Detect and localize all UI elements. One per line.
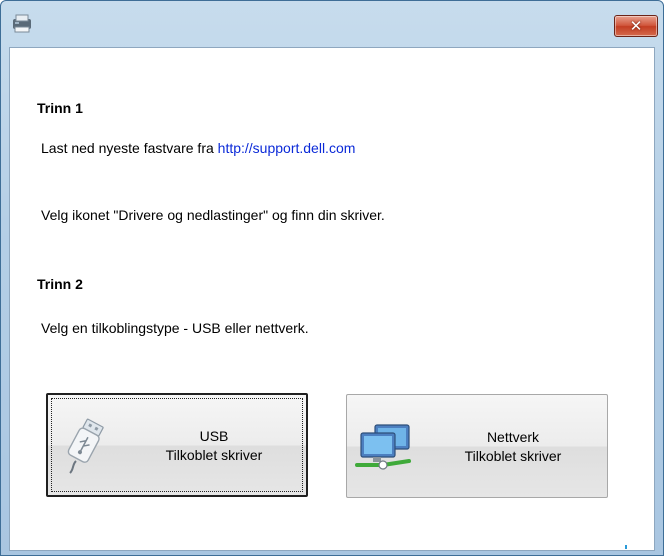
close-icon: ✕ bbox=[629, 16, 643, 35]
step1-heading: Trinn 1 bbox=[37, 100, 83, 116]
download-instruction: Last ned nyeste fastvare fra http://supp… bbox=[41, 140, 355, 156]
dialog-window: ✕ Trinn 1 Last ned nyeste fastvare fra h… bbox=[0, 0, 664, 556]
usb-label-line2: Tilkoblet skriver bbox=[165, 447, 263, 463]
network-printer-button[interactable]: Nettverk Tilkoblet skriver bbox=[346, 394, 608, 498]
close-button[interactable]: ✕ bbox=[614, 15, 658, 37]
network-label-line1: Nettverk bbox=[486, 429, 540, 445]
network-label-line2: Tilkoblet skriver bbox=[464, 448, 562, 464]
support-link[interactable]: http://support.dell.com bbox=[218, 140, 356, 156]
network-computers-icon bbox=[353, 421, 417, 476]
title-bar[interactable]: ✕ bbox=[1, 1, 663, 45]
connection-type-instruction: Velg en tilkoblingstype - USB eller nett… bbox=[41, 320, 309, 336]
usb-button-label: USB Tilkoblet skriver bbox=[134, 427, 294, 465]
drivers-instruction: Velg ikonet "Drivere og nedlastinger" og… bbox=[41, 207, 385, 223]
step2-heading: Trinn 2 bbox=[37, 276, 83, 292]
usb-label-line1: USB bbox=[199, 428, 229, 444]
printer-app-icon bbox=[9, 13, 37, 35]
download-prefix: Last ned nyeste fastvare fra bbox=[41, 140, 218, 156]
usb-printer-button[interactable]: USB Tilkoblet skriver bbox=[46, 393, 308, 497]
network-button-label: Nettverk Tilkoblet skriver bbox=[433, 428, 593, 466]
status-dot bbox=[625, 545, 627, 549]
dialog-content: Trinn 1 Last ned nyeste fastvare fra htt… bbox=[9, 47, 655, 551]
usb-drive-icon bbox=[62, 417, 110, 480]
